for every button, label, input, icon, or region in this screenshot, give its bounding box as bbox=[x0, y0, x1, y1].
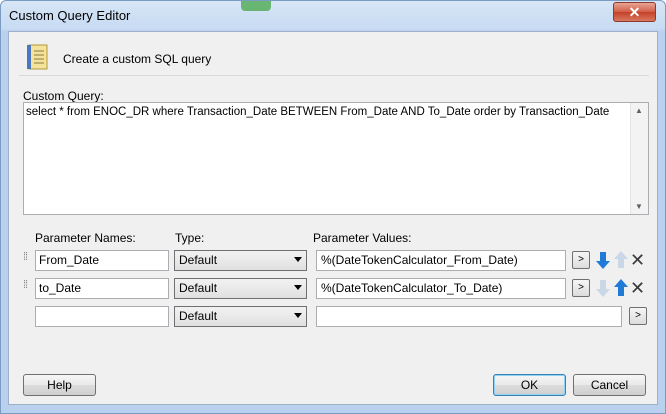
custom-query-textarea[interactable]: select * from ENOC_DR where Transaction_… bbox=[23, 102, 649, 215]
close-button[interactable]: ✕ bbox=[613, 2, 656, 22]
parameter-type-select[interactable]: Default bbox=[174, 306, 307, 327]
move-up-arrow-icon[interactable] bbox=[613, 278, 629, 298]
chevron-down-icon bbox=[294, 257, 302, 262]
parameter-name-input[interactable]: to_Date bbox=[35, 278, 169, 299]
custom-query-label: Custom Query: bbox=[23, 89, 104, 103]
parameter-type-select[interactable]: Default bbox=[174, 250, 307, 271]
parameter-value-input[interactable]: %(DateTokenCalculator_From_Date) bbox=[316, 250, 566, 271]
delete-row-icon[interactable]: ✕ bbox=[630, 250, 645, 270]
browse-value-button[interactable]: > bbox=[629, 307, 647, 325]
dialog-body: Create a custom SQL query Custom Query: … bbox=[8, 31, 658, 405]
parameter-type-value: Default bbox=[179, 281, 218, 295]
close-icon: ✕ bbox=[628, 4, 641, 20]
parameter-type-select[interactable]: Default bbox=[174, 278, 307, 299]
parameter-row-new: Default > bbox=[9, 306, 659, 330]
parameter-name-input[interactable] bbox=[35, 306, 169, 327]
parameter-type-header: Type: bbox=[175, 231, 205, 245]
notebook-icon bbox=[27, 44, 48, 70]
dialog-header: Create a custom SQL query bbox=[19, 39, 649, 76]
move-up-arrow-icon[interactable] bbox=[613, 250, 629, 270]
custom-query-text: select * from ENOC_DR where Transaction_… bbox=[26, 106, 610, 118]
browse-value-button[interactable]: > bbox=[572, 251, 590, 269]
window-title: Custom Query Editor bbox=[9, 8, 131, 23]
drag-handle-icon[interactable]: ⁞⁞ bbox=[23, 252, 31, 268]
move-down-arrow-icon[interactable] bbox=[595, 278, 611, 298]
header-text: Create a custom SQL query bbox=[63, 52, 212, 66]
vertical-scrollbar[interactable]: ▲ ▼ bbox=[630, 103, 648, 214]
parameter-type-value: Default bbox=[179, 309, 218, 323]
dialog-window: Custom Query Editor ✕ Create a custom SQ… bbox=[0, 0, 666, 414]
scroll-up-icon[interactable]: ▲ bbox=[635, 106, 643, 115]
drag-handle-icon[interactable]: ⁞⁞ bbox=[23, 280, 31, 296]
parameter-name-input[interactable]: From_Date bbox=[35, 250, 169, 271]
ok-button[interactable]: OK bbox=[493, 374, 566, 396]
chevron-down-icon bbox=[294, 313, 302, 318]
parameter-value-input[interactable] bbox=[316, 306, 622, 327]
parameter-row: ⁞⁞ From_Date Default %(DateTokenCalculat… bbox=[9, 250, 659, 274]
help-button[interactable]: Help bbox=[23, 374, 96, 396]
chevron-down-icon bbox=[294, 285, 302, 290]
parameter-type-value: Default bbox=[179, 253, 218, 267]
delete-row-icon[interactable]: ✕ bbox=[630, 278, 645, 298]
parameter-values-header: Parameter Values: bbox=[313, 231, 412, 245]
title-bar: Custom Query Editor ✕ bbox=[1, 1, 665, 31]
parameter-row: ⁞⁞ to_Date Default %(DateTokenCalculator… bbox=[9, 278, 659, 302]
parameter-value-input[interactable]: %(DateTokenCalculator_To_Date) bbox=[316, 278, 566, 299]
move-down-arrow-icon[interactable] bbox=[595, 250, 611, 270]
scroll-down-icon[interactable]: ▼ bbox=[635, 202, 643, 211]
browse-value-button[interactable]: > bbox=[572, 279, 590, 297]
background-decoration bbox=[241, 1, 271, 11]
parameter-names-header: Parameter Names: bbox=[35, 231, 136, 245]
cancel-button[interactable]: Cancel bbox=[573, 374, 646, 396]
